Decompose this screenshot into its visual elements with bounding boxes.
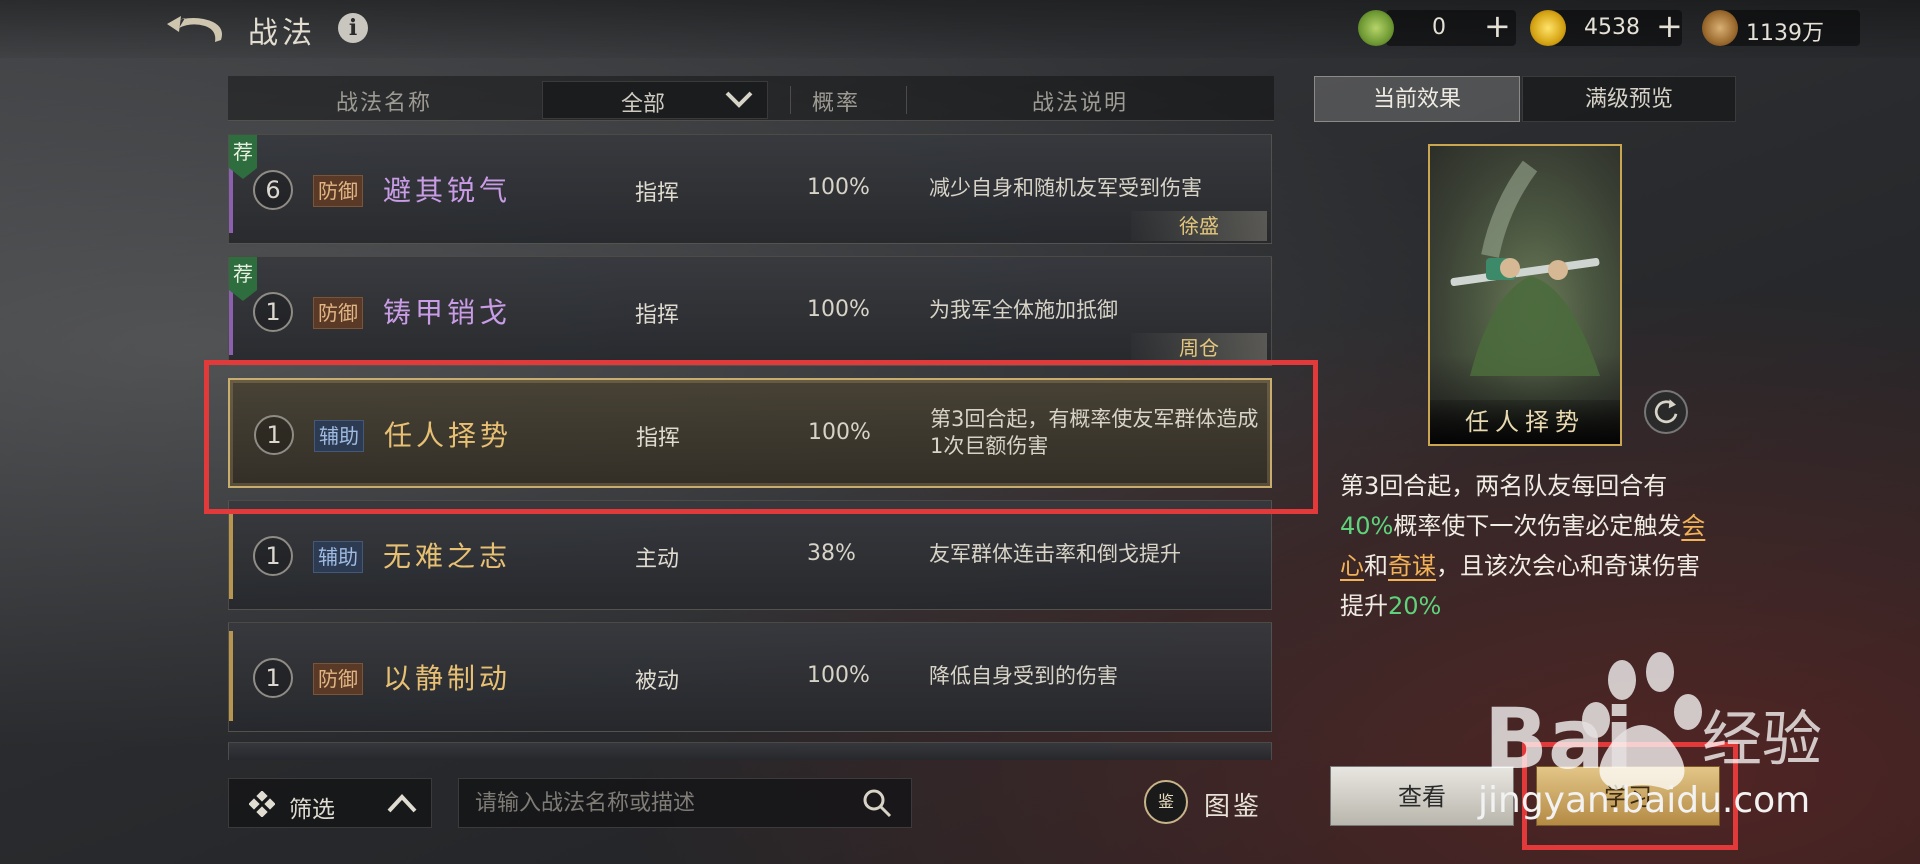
tactic-kind: 主动 — [635, 547, 680, 572]
tactic-probability: 100% — [807, 297, 870, 322]
tactic-name: 无难之志 — [383, 540, 512, 573]
header-prob: 概率 — [812, 91, 861, 116]
tactic-name: 铸甲销戈 — [383, 296, 512, 329]
tactic-name: 以静制动 — [383, 662, 512, 695]
svg-text:Bai: Bai — [1484, 690, 1634, 788]
back-arrow-icon[interactable] — [165, 12, 229, 48]
tactic-description: 降低自身受到的伤害 — [929, 664, 1118, 688]
tactic-type-tag: 防御 — [313, 663, 363, 695]
tactic-level: 1 — [253, 292, 293, 332]
tactic-description: 为我军全体施加抵御 — [929, 298, 1118, 322]
chevron-down-icon — [725, 91, 753, 108]
tactic-card: 任人择势 — [1428, 144, 1622, 446]
row-accent-bar — [229, 509, 233, 599]
chevron-up-icon — [387, 794, 417, 813]
tactic-level: 6 — [253, 170, 293, 210]
jade-value: 0 — [1432, 15, 1446, 40]
tactic-probability: 100% — [807, 663, 870, 688]
tactic-type-tag: 辅助 — [313, 541, 363, 573]
header-divider — [906, 86, 907, 114]
tactic-description: 友军群体连击率和倒戈提升 — [929, 542, 1181, 566]
tactic-level: 1 — [253, 658, 293, 698]
category-dropdown-value: 全部 — [621, 92, 666, 117]
watermark-url: jingyan.baidu.com — [1478, 780, 1811, 821]
recommended-tag: 荐 — [229, 135, 257, 179]
refresh-icon[interactable] — [1644, 390, 1688, 434]
tactic-owner: 徐盛 — [1131, 211, 1267, 241]
svg-text:经验: 经验 — [1702, 705, 1822, 775]
gold-coin-icon — [1530, 10, 1566, 46]
header-divider — [790, 86, 791, 114]
effect-description: 第3回合起，两名队友每回合有40%概率使下一次伤害必定触发会心和奇谋，且该次会心… — [1340, 466, 1720, 626]
tactic-description: 减少自身和随机友军受到伤害 — [929, 176, 1202, 200]
filter-button[interactable]: 筛选 — [228, 778, 432, 828]
tactic-type-tag: 防御 — [313, 175, 363, 207]
codex-book-icon[interactable]: 鉴 — [1144, 780, 1188, 824]
tactic-card-title: 任人择势 — [1430, 400, 1620, 444]
effect-text: 和 — [1364, 552, 1388, 580]
filter-diamond-icon — [249, 791, 275, 817]
add-jade-plus-icon[interactable]: + — [1484, 10, 1511, 42]
tab-current-effect[interactable]: 当前效果 — [1314, 76, 1520, 122]
gold-value: 4538 — [1584, 15, 1640, 40]
tactic-type-tag: 防御 — [313, 297, 363, 329]
tactic-kind: 指挥 — [635, 181, 680, 206]
recommended-tag: 荐 — [229, 257, 257, 301]
page-title: 战法 — [248, 16, 316, 51]
copper-coin-icon — [1702, 10, 1738, 46]
tab-max-level-preview[interactable]: 满级预览 — [1522, 76, 1736, 122]
copper-value: 1139万 — [1746, 21, 1824, 46]
annotation-highlight-box — [204, 360, 1318, 514]
codex-button[interactable]: 图鉴 — [1204, 786, 1262, 823]
tactic-row[interactable]: 1 辅助 无难之志 主动 38% 友军群体连击率和倒戈提升 — [228, 500, 1272, 610]
row-accent-bar — [229, 631, 233, 721]
effect-highlight-percent: 40% — [1340, 512, 1394, 540]
search-input[interactable] — [458, 778, 912, 828]
search-icon[interactable] — [862, 788, 892, 818]
tactic-row[interactable]: 1 防御 以静制动 被动 100% 降低自身受到的伤害 — [228, 622, 1272, 732]
tactic-kind: 被动 — [635, 669, 680, 694]
tactic-row-partial — [228, 742, 1272, 760]
header-name: 战法名称 — [336, 91, 433, 116]
category-dropdown[interactable]: 全部 — [542, 81, 768, 119]
tactic-level: 1 — [253, 536, 293, 576]
tactic-row[interactable]: 荐 6 防御 避其锐气 指挥 100% 减少自身和随机友军受到伤害 徐盛 — [228, 134, 1272, 244]
effect-text: 第3回合起，两名队友每回合有 — [1340, 472, 1668, 500]
add-gold-plus-icon[interactable]: + — [1656, 10, 1683, 42]
info-icon[interactable]: i — [338, 13, 368, 43]
tactic-name: 避其锐气 — [383, 174, 512, 207]
filter-label: 筛选 — [289, 797, 335, 823]
tactic-probability: 38% — [807, 541, 856, 566]
tactic-owner: 周仓 — [1131, 333, 1267, 363]
effect-highlight-percent: 20% — [1388, 592, 1442, 620]
tactic-kind: 指挥 — [635, 303, 680, 328]
header-desc: 战法说明 — [1032, 91, 1129, 116]
tactic-row[interactable]: 荐 1 防御 铸甲销戈 指挥 100% 为我军全体施加抵御 周仓 — [228, 256, 1272, 366]
effect-text: 概率使下一次伤害必定触发 — [1393, 512, 1682, 540]
tactic-card-art — [1450, 160, 1600, 376]
tactic-probability: 100% — [807, 175, 870, 200]
effect-keyword-link[interactable]: 奇谋 — [1388, 552, 1436, 580]
jade-coin-icon — [1358, 10, 1394, 46]
